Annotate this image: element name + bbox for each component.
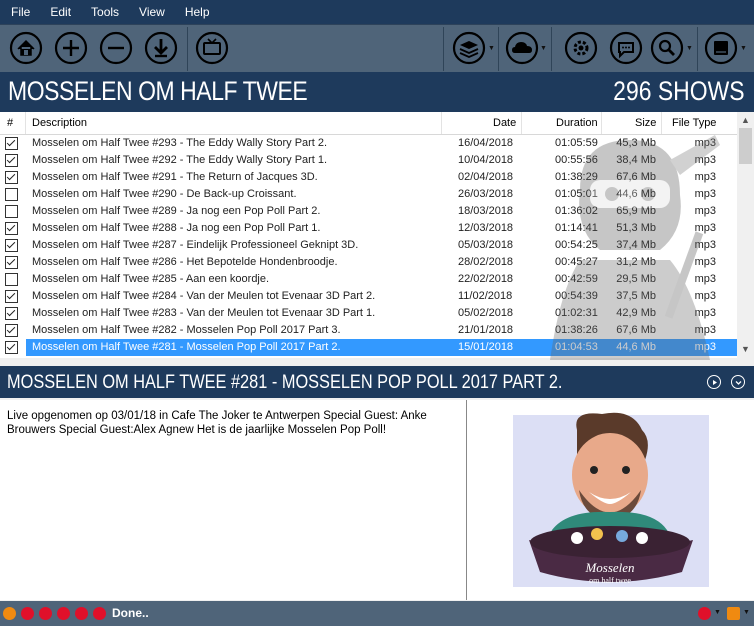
status-indicator-icon (39, 607, 52, 620)
episode-header: MOSSELEN OM HALF TWEE #281 - MOSSELEN PO… (0, 366, 754, 398)
expand-icon[interactable] (731, 375, 745, 389)
scroll-down-icon[interactable]: ▼ (741, 344, 750, 354)
row-date: 12/03/2018 (458, 222, 514, 234)
row-description: Mosselen om Half Twee #285 - Aan een koo… (32, 273, 270, 285)
donate-icon[interactable] (698, 607, 711, 620)
episode-description-panel: Live opgenomen op 03/01/18 in Cafe The J… (0, 400, 467, 600)
menu-file[interactable]: File (0, 5, 39, 19)
download-icon[interactable] (144, 31, 178, 65)
layers-icon[interactable] (452, 31, 486, 65)
row-date: 16/04/2018 (458, 137, 514, 149)
row-date: 28/02/2018 (458, 256, 514, 268)
scroll-up-icon[interactable]: ▲ (741, 115, 750, 125)
row-description: Mosselen om Half Twee #284 - Van der Meu… (32, 290, 376, 302)
row-checkbox[interactable] (5, 171, 18, 184)
search-icon[interactable] (650, 31, 684, 65)
status-indicator-icon (93, 607, 106, 620)
row-date: 02/04/2018 (458, 171, 514, 183)
row-description: Mosselen om Half Twee #286 - Het Bepotel… (32, 256, 338, 268)
row-description: Mosselen om Half Twee #293 - The Eddy Wa… (32, 137, 328, 149)
row-date: 22/02/2018 (458, 273, 514, 285)
row-checkbox[interactable] (5, 290, 18, 303)
tv-icon[interactable] (195, 31, 229, 65)
folder-icon[interactable] (3, 607, 16, 620)
col-description[interactable]: Description (32, 117, 87, 129)
toolbar: ▼ ▼ ▼ ▼ (0, 24, 754, 72)
row-checkbox[interactable] (5, 137, 18, 150)
row-description: Mosselen om Half Twee #291 - The Return … (32, 171, 318, 183)
dollar-icon[interactable] (727, 607, 740, 620)
show-count: 296 SHOWS (613, 76, 745, 106)
row-checkbox[interactable] (5, 154, 18, 167)
row-checkbox[interactable] (5, 307, 18, 320)
row-description: Mosselen om Half Twee #283 - Van der Meu… (32, 307, 376, 319)
col-num[interactable]: # (7, 117, 13, 129)
status-indicator-icon (57, 607, 70, 620)
row-checkbox[interactable] (5, 341, 18, 354)
menu-tools[interactable]: Tools (80, 5, 128, 19)
row-date: 26/03/2018 (458, 188, 514, 200)
svg-text:om half twee: om half twee (589, 576, 631, 585)
add-icon[interactable] (54, 31, 88, 65)
artwork-caption: Mosselen (584, 560, 634, 575)
row-checkbox[interactable] (5, 188, 18, 201)
status-indicator-icon (21, 607, 34, 620)
show-title: MOSSELEN OM HALF TWEE (8, 76, 308, 106)
row-description: Mosselen om Half Twee #287 - Eindelijk P… (32, 239, 359, 251)
show-header: MOSSELEN OM HALF TWEE 296 SHOWS (0, 72, 754, 112)
chat-icon[interactable] (609, 31, 643, 65)
scroll-thumb[interactable] (739, 128, 752, 164)
cloud-icon[interactable] (505, 31, 539, 65)
row-checkbox[interactable] (5, 324, 18, 337)
play-icon[interactable] (707, 375, 721, 389)
watermark-ninja-icon (550, 135, 720, 360)
episode-artwork: Mosselen om half twee (467, 400, 754, 600)
row-date: 21/01/2018 (458, 324, 514, 336)
row-description: Mosselen om Half Twee #289 - Ja nog een … (32, 205, 321, 217)
menu-bar: File Edit Tools View Help (0, 0, 754, 24)
row-date: 18/03/2018 (458, 205, 514, 217)
row-description: Mosselen om Half Twee #292 - The Eddy Wa… (32, 154, 328, 166)
episode-title: MOSSELEN OM HALF TWEE #281 - MOSSELEN PO… (7, 372, 563, 393)
settings-icon[interactable] (564, 31, 598, 65)
episode-description: Live opgenomen op 03/01/18 in Cafe The J… (7, 410, 427, 436)
row-checkbox[interactable] (5, 205, 18, 218)
row-description: Mosselen om Half Twee #290 - De Back-up … (32, 188, 297, 200)
row-description: Mosselen om Half Twee #282 - Mosselen Po… (32, 324, 341, 336)
row-checkbox[interactable] (5, 222, 18, 235)
row-date: 10/04/2018 (458, 154, 514, 166)
status-bar: Done.. ▼ ▼ (0, 601, 754, 626)
row-checkbox[interactable] (5, 256, 18, 269)
book-icon[interactable] (704, 31, 738, 65)
menu-view[interactable]: View (128, 5, 174, 19)
status-indicator-icon (75, 607, 88, 620)
status-text: Done.. (112, 606, 149, 620)
remove-icon[interactable] (99, 31, 133, 65)
row-description: Mosselen om Half Twee #281 - Mosselen Po… (32, 341, 341, 353)
menu-edit[interactable]: Edit (39, 5, 80, 19)
col-date[interactable]: Date (493, 117, 516, 129)
row-date: 11/02/2018 (458, 290, 513, 302)
menu-help[interactable]: Help (174, 5, 219, 19)
home-icon[interactable] (9, 31, 43, 65)
list-scrollbar[interactable]: ▲ ▼ (737, 112, 754, 358)
row-date: 05/03/2018 (458, 239, 514, 251)
row-checkbox[interactable] (5, 239, 18, 252)
row-date: 05/02/2018 (458, 307, 514, 319)
row-checkbox[interactable] (5, 273, 18, 286)
row-description: Mosselen om Half Twee #288 - Ja nog een … (32, 222, 321, 234)
row-date: 15/01/2018 (458, 341, 514, 353)
